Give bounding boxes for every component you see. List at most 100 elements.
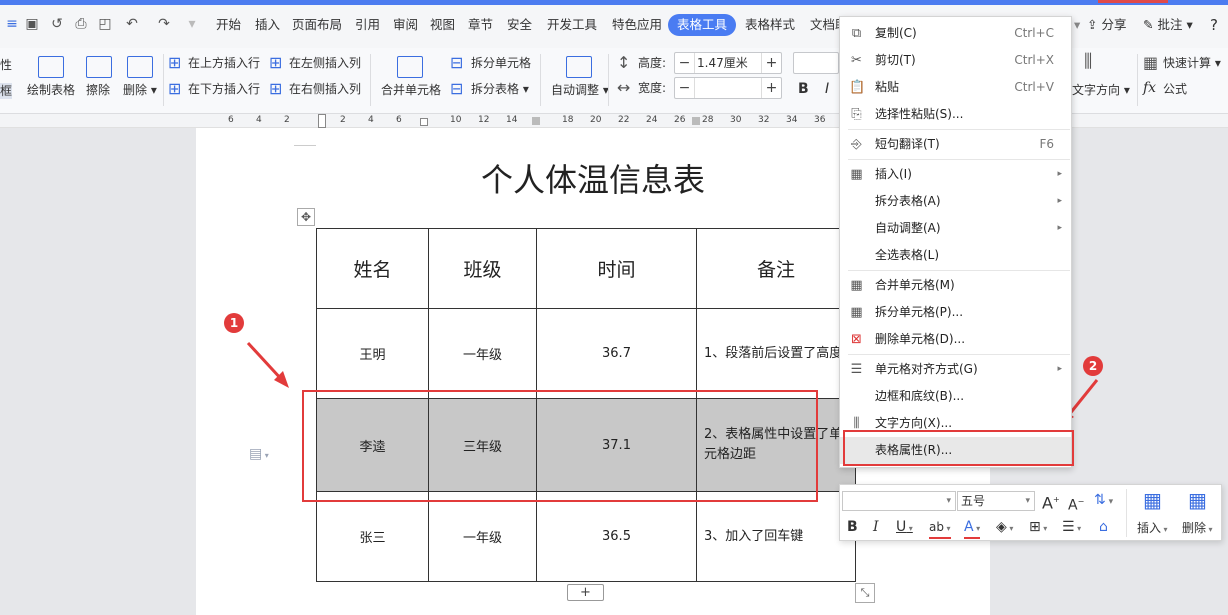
- tab-developer[interactable]: 开发工具: [547, 16, 597, 34]
- more-tabs-chevron-icon[interactable]: ▾: [1074, 16, 1080, 34]
- delete-dropdown[interactable]: 删除 ▾: [123, 82, 157, 98]
- font-size-select[interactable]: 五号 ▾: [957, 491, 1035, 511]
- menu-item-split-cells[interactable]: ▦ 拆分单元格(P)...: [840, 299, 1071, 326]
- ribbon-cut-off-label-2[interactable]: 框: [0, 83, 13, 99]
- quick-calc-dropdown[interactable]: 快速计算 ▾: [1163, 55, 1221, 71]
- tab-special[interactable]: 特色应用: [612, 16, 662, 34]
- insert-dropdown[interactable]: 插入 ▾: [1137, 520, 1168, 538]
- menu-edge-icon[interactable]: ≡: [4, 16, 20, 32]
- menu-item-auto-adjust[interactable]: 自动调整(A) ▸: [840, 215, 1071, 242]
- ribbon-cut-off-label-1[interactable]: 性: [0, 57, 12, 73]
- customize-quick-access-icon[interactable]: ▾: [184, 16, 200, 32]
- underline-button[interactable]: U ▾: [896, 519, 913, 537]
- height-increment-button[interactable]: +: [761, 53, 781, 73]
- tab-review[interactable]: 审阅: [393, 16, 418, 34]
- table-resize-handle-icon[interactable]: ⤡: [855, 583, 875, 603]
- italic-button[interactable]: I: [825, 81, 829, 97]
- table-cell[interactable]: 张三: [316, 491, 429, 582]
- insert-row-below-button[interactable]: 在下方插入行: [188, 81, 260, 97]
- line-spacing-button[interactable]: ⇅ ▾: [1094, 492, 1113, 510]
- insert-col-left-button[interactable]: 在左侧插入列: [289, 55, 361, 71]
- print-preview-icon[interactable]: ◰: [97, 16, 113, 32]
- height-decrement-button[interactable]: −: [675, 53, 695, 73]
- tab-table-style[interactable]: 表格样式: [745, 16, 795, 34]
- auto-adjust-dropdown[interactable]: 自动调整 ▾: [551, 82, 609, 98]
- text-direction-dropdown[interactable]: 文字方向 ▾: [1072, 82, 1130, 98]
- split-table-dropdown[interactable]: 拆分表格 ▾: [471, 81, 529, 97]
- merge-cells-button[interactable]: 合并单元格: [381, 82, 441, 98]
- table-cell[interactable]: 一年级: [428, 308, 537, 399]
- menu-item-paste[interactable]: 📋 粘贴 Ctrl+V: [840, 74, 1071, 101]
- insert-row-above-button[interactable]: 在上方插入行: [188, 55, 260, 71]
- width-stepper[interactable]: − +: [674, 77, 782, 99]
- bold-button[interactable]: B: [798, 81, 809, 97]
- menu-item-paste-special[interactable]: ⎘ 选择性粘贴(S)...: [840, 101, 1071, 128]
- split-cells-button[interactable]: 拆分单元格: [471, 55, 531, 71]
- table-cell[interactable]: 王明: [316, 308, 429, 399]
- tab-home[interactable]: 开始: [216, 16, 241, 34]
- height-stepper[interactable]: − 1.47厘米 +: [674, 52, 782, 74]
- print-icon[interactable]: ⎙: [73, 16, 89, 32]
- width-increment-button[interactable]: +: [761, 78, 781, 98]
- undo-icon[interactable]: ↶: [124, 16, 140, 32]
- redo-icon[interactable]: ↷: [156, 16, 172, 32]
- draw-table-button[interactable]: 绘制表格: [27, 82, 75, 98]
- align-button[interactable]: ☰ ▾: [1062, 519, 1081, 537]
- header-cell-time[interactable]: 时间: [536, 228, 697, 309]
- ruler-column-marker[interactable]: [420, 118, 428, 126]
- borders-button[interactable]: ⊞ ▾: [1029, 519, 1047, 537]
- menu-item-borders-shading[interactable]: 边框和底纹(B)...: [840, 383, 1071, 410]
- shrink-font-button[interactable]: A−: [1068, 494, 1084, 514]
- menu-item-cell-alignment[interactable]: ☰ 单元格对齐方式(G) ▸: [840, 356, 1071, 383]
- font-color-button[interactable]: A ▾: [964, 519, 981, 539]
- highlight-button[interactable]: ab ▾: [929, 519, 951, 539]
- menu-item-delete-cells[interactable]: ⊠ 删除单元格(D)...: [840, 326, 1071, 353]
- header-cell-class[interactable]: 班级: [428, 228, 537, 309]
- tab-security[interactable]: 安全: [507, 16, 532, 34]
- tab-references[interactable]: 引用: [355, 16, 380, 34]
- font-name-box[interactable]: [793, 52, 839, 74]
- ruler-column-marker[interactable]: [532, 117, 540, 125]
- paragraph-layout-icon[interactable]: ▤ ▾: [249, 446, 269, 462]
- insert-col-right-button[interactable]: 在右侧插入列: [289, 81, 361, 97]
- table-cell[interactable]: 36.5: [536, 491, 697, 582]
- table-cell[interactable]: 3、加入了回车键: [696, 491, 856, 582]
- format-painter-icon[interactable]: ⌂: [1099, 519, 1108, 535]
- italic-button[interactable]: I: [873, 519, 879, 535]
- font-name-select[interactable]: ▾: [842, 491, 956, 511]
- height-value[interactable]: 1.47厘米: [697, 53, 748, 73]
- tab-table-tools[interactable]: 表格工具: [668, 14, 737, 36]
- menu-item-merge-cells[interactable]: ▦ 合并单元格(M): [840, 272, 1071, 299]
- bold-button[interactable]: B: [847, 519, 858, 535]
- formula-button[interactable]: 公式: [1163, 81, 1187, 97]
- share-button[interactable]: ⇪ 分享: [1087, 16, 1126, 34]
- help-button[interactable]: ?: [1210, 16, 1218, 34]
- menu-item-cut[interactable]: ✂ 剪切(T) Ctrl+X: [840, 47, 1071, 74]
- header-cell-name[interactable]: 姓名: [316, 228, 429, 309]
- tab-insert[interactable]: 插入: [255, 16, 280, 34]
- save-icon[interactable]: ▣: [24, 16, 40, 32]
- erase-button[interactable]: 擦除: [86, 82, 110, 98]
- redo-draw-icon[interactable]: ↺: [49, 16, 65, 32]
- tab-view[interactable]: 视图: [430, 16, 455, 34]
- menu-item-insert[interactable]: ▦ 插入(I) ▸: [840, 161, 1071, 188]
- table-move-handle-icon[interactable]: ✥: [297, 208, 315, 226]
- header-cell-notes[interactable]: 备注: [696, 228, 856, 309]
- table-cell[interactable]: 1、段落前后设置了高度: [696, 308, 856, 399]
- menu-item-copy[interactable]: ⧉ 复制(C) Ctrl+C: [840, 20, 1071, 47]
- ruler-indent-marker[interactable]: [318, 114, 326, 128]
- table-cell[interactable]: 36.7: [536, 308, 697, 399]
- add-row-button[interactable]: +: [567, 584, 604, 601]
- width-decrement-button[interactable]: −: [675, 78, 695, 98]
- menu-item-select-table[interactable]: 全选表格(L): [840, 242, 1071, 269]
- shading-button[interactable]: ◈ ▾: [996, 519, 1013, 537]
- comment-button[interactable]: ✎ 批注 ▾: [1143, 16, 1193, 34]
- menu-item-split-table[interactable]: 拆分表格(A) ▸: [840, 188, 1071, 215]
- menu-item-translate[interactable]: ⎆ 短句翻译(T) F6: [840, 131, 1071, 158]
- table-cell[interactable]: 一年级: [428, 491, 537, 582]
- ruler-column-marker[interactable]: [692, 117, 700, 125]
- delete-dropdown[interactable]: 删除 ▾: [1182, 520, 1213, 538]
- tab-page-layout[interactable]: 页面布局: [292, 16, 342, 34]
- grow-font-button[interactable]: A+: [1042, 492, 1060, 511]
- tab-chapter[interactable]: 章节: [468, 16, 493, 34]
